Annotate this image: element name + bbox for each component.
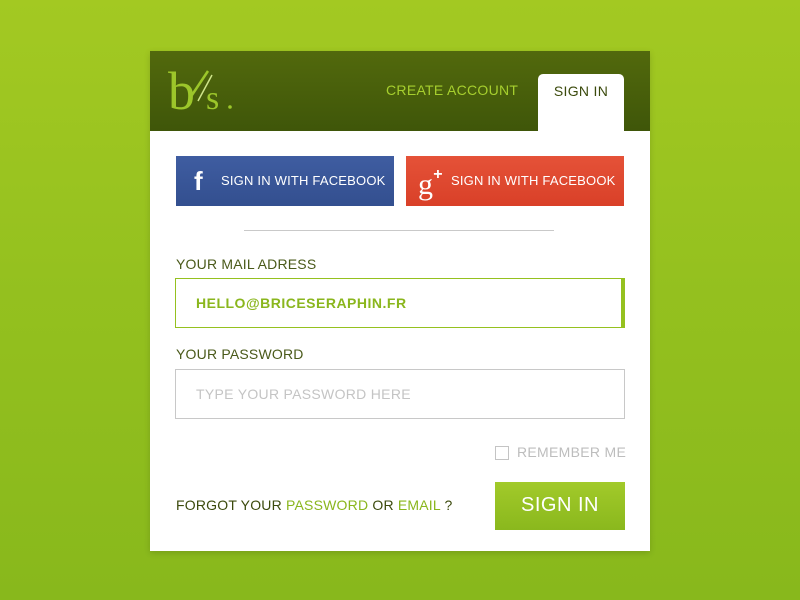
google-plus-signin-button[interactable]: g+ SIGN IN WITH FACEBOOK	[406, 156, 624, 206]
facebook-icon: f	[194, 166, 203, 196]
remember-me-label: REMEMBER ME	[517, 444, 627, 460]
forgot-email-link[interactable]: EMAIL	[398, 497, 441, 513]
sign-in-button[interactable]: SIGN IN	[495, 482, 625, 530]
tab-sign-in[interactable]: SIGN IN	[538, 74, 624, 131]
forgot-password-link[interactable]: PASSWORD	[286, 497, 368, 513]
card-header: b s CREATE ACCOUNT SIGN IN	[150, 51, 650, 131]
google-plus-signin-label: SIGN IN WITH FACEBOOK	[451, 173, 616, 188]
password-label: YOUR PASSWORD	[176, 346, 304, 362]
forgot-credentials: FORGOT YOUR PASSWORD OR EMAIL ?	[176, 497, 452, 513]
facebook-signin-button[interactable]: f SIGN IN WITH FACEBOOK	[176, 156, 394, 206]
forgot-suffix: ?	[440, 497, 453, 513]
remember-me-checkbox[interactable]	[495, 446, 509, 460]
svg-text:b: b	[168, 61, 195, 119]
forgot-prefix: FORGOT YOUR	[176, 497, 287, 513]
forgot-middle: OR	[368, 497, 398, 513]
brand-logo: b s	[168, 61, 232, 119]
mail-label: YOUR MAIL ADRESS	[176, 256, 317, 272]
google-plus-glyph: g	[418, 168, 434, 201]
facebook-signin-label: SIGN IN WITH FACEBOOK	[221, 173, 386, 188]
google-plus-icon: g+	[418, 162, 443, 202]
email-field[interactable]	[175, 278, 625, 328]
tab-create-account[interactable]: CREATE ACCOUNT	[386, 75, 518, 105]
google-plus-glyph-plus: +	[433, 166, 443, 183]
password-field[interactable]	[175, 369, 625, 419]
svg-text:s: s	[206, 80, 219, 117]
login-card: b s CREATE ACCOUNT SIGN IN f SIGN IN WIT…	[150, 51, 650, 551]
divider	[244, 230, 554, 231]
